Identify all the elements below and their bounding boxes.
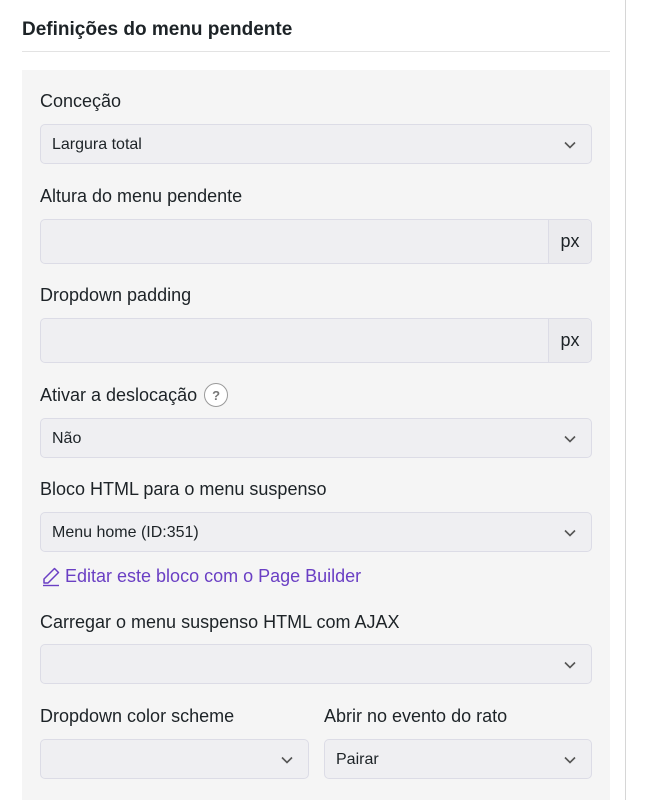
- dropdown-height-input-group: px: [40, 219, 592, 264]
- design-select-value: Largura total: [52, 136, 142, 153]
- html-block-select-value: Menu home (ID:351): [52, 524, 199, 541]
- scroll-label-row: Ativar a deslocação ?: [40, 383, 229, 407]
- color-scheme-label: Dropdown color scheme: [40, 706, 235, 726]
- chevron-down-icon: [564, 529, 576, 537]
- mouse-event-select[interactable]: Pairar: [324, 739, 592, 779]
- ajax-label: Carregar o menu suspenso HTML com AJAX: [40, 612, 400, 632]
- title-divider: [22, 51, 610, 52]
- panel-right-border: [625, 0, 626, 800]
- html-block-label: Bloco HTML para o menu suspenso: [40, 479, 327, 499]
- color-scheme-select[interactable]: [40, 739, 309, 779]
- edit-with-page-builder-link[interactable]: Editar este bloco com o Page Builder: [40, 565, 361, 587]
- chevron-down-icon: [564, 141, 576, 149]
- chevron-down-icon: [281, 756, 293, 764]
- scroll-select-value: Não: [52, 430, 82, 447]
- dropdown-padding-label: Dropdown padding: [40, 285, 192, 305]
- dropdown-height-input[interactable]: [41, 220, 548, 263]
- section-title: Definições do menu pendente: [22, 19, 293, 40]
- dropdown-padding-input-group: px: [40, 318, 592, 363]
- scroll-select[interactable]: Não: [40, 418, 592, 458]
- dropdown-height-label: Altura do menu pendente: [40, 186, 243, 206]
- design-select[interactable]: Largura total: [40, 124, 592, 164]
- html-block-select[interactable]: Menu home (ID:351): [40, 512, 592, 552]
- scroll-label: Ativar a deslocação: [40, 384, 198, 405]
- help-question-icon[interactable]: ?: [204, 383, 229, 407]
- chevron-down-icon: [564, 661, 576, 669]
- mouse-event-label: Abrir no evento do rato: [324, 706, 508, 726]
- pencil-icon: [43, 567, 60, 587]
- edit-link-label: Editar este bloco com o Page Builder: [65, 565, 362, 586]
- dropdown-height-unit: px: [548, 220, 591, 263]
- chevron-down-icon: [564, 435, 576, 443]
- ajax-select[interactable]: [40, 644, 592, 684]
- mouse-event-select-value: Pairar: [336, 751, 379, 768]
- dropdown-padding-unit: px: [548, 319, 591, 362]
- chevron-down-icon: [564, 756, 576, 764]
- design-label: Conceção: [40, 91, 122, 111]
- dropdown-padding-input[interactable]: [41, 319, 548, 362]
